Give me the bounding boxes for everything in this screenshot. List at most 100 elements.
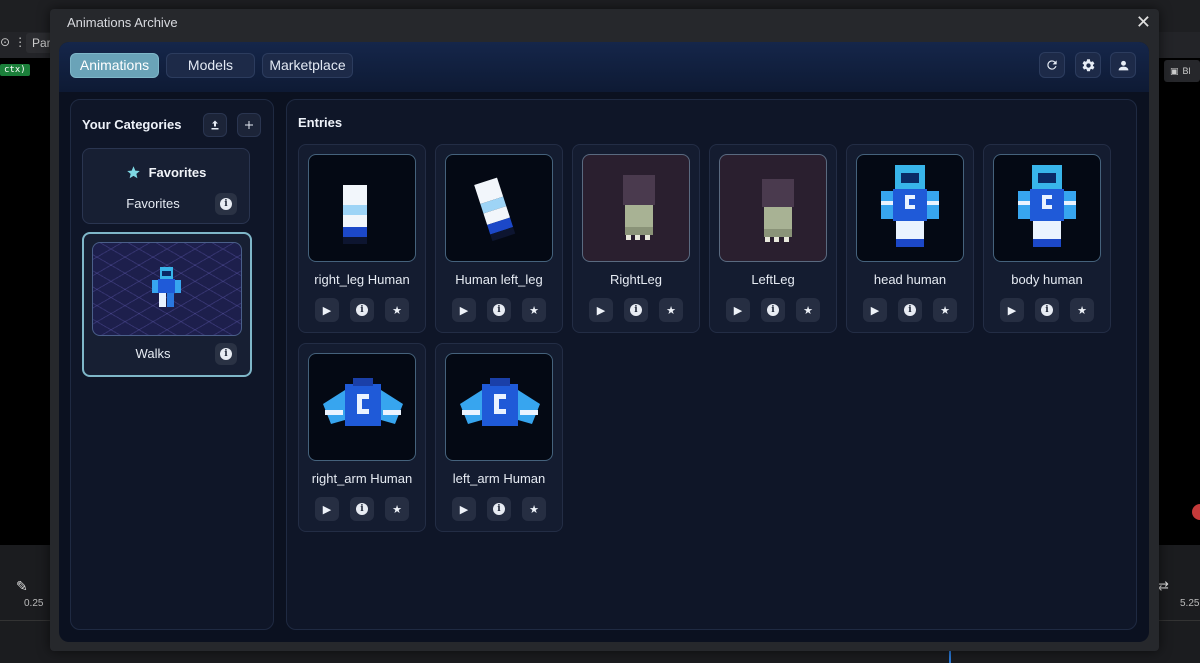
gear-icon — [1082, 58, 1094, 71]
target-icon[interactable]: ⊙ — [0, 35, 10, 49]
info-button[interactable]: i — [350, 298, 374, 322]
tab-marketplace[interactable]: Marketplace — [262, 53, 353, 78]
info-button[interactable]: i — [487, 298, 511, 322]
category-info-button[interactable]: i — [215, 343, 237, 365]
play-button[interactable]: ▶ — [726, 298, 750, 322]
entry-card[interactable]: right_arm Human ▶ i ★ — [298, 343, 426, 532]
category-favorites[interactable]: Favorites Favorites i — [82, 148, 250, 224]
editor-toolbar-controls[interactable]: ⊙ ⋮ — [0, 35, 26, 49]
info-button[interactable]: i — [487, 497, 511, 521]
favorite-button[interactable]: ★ — [522, 497, 546, 521]
upload-button[interactable] — [203, 113, 227, 137]
info-icon: i — [767, 304, 779, 316]
favorite-button[interactable]: ★ — [385, 497, 409, 521]
star-icon: ★ — [666, 304, 676, 317]
entry-thumbnail — [445, 154, 553, 262]
play-button[interactable]: ▶ — [1000, 298, 1024, 322]
info-icon: i — [630, 304, 642, 316]
entry-label: Human left_leg — [455, 272, 543, 287]
info-icon: i — [356, 304, 368, 316]
info-icon: i — [220, 348, 232, 360]
info-button[interactable]: i — [761, 298, 785, 322]
play-icon: ▶ — [596, 304, 606, 317]
info-button[interactable]: i — [898, 298, 922, 322]
entry-thumbnail — [582, 154, 690, 262]
user-icon — [1118, 60, 1128, 70]
star-icon: ★ — [940, 304, 950, 317]
favorite-button[interactable]: ★ — [522, 298, 546, 322]
torso-model-icon — [460, 378, 540, 426]
play-button[interactable]: ▶ — [863, 298, 887, 322]
upload-icon — [211, 120, 219, 130]
entry-label: head human — [873, 272, 947, 287]
info-button[interactable]: i — [350, 497, 374, 521]
more-vertical-icon[interactable]: ⋮ — [14, 35, 26, 49]
entry-card[interactable]: Human left_leg ▶ i ★ — [435, 144, 563, 333]
entry-card[interactable]: LeftLeg ▶ i ★ — [709, 144, 837, 333]
category-walks[interactable]: Walks i — [82, 232, 252, 377]
favorites-heading: Favorites — [83, 165, 249, 180]
favorite-button[interactable]: ★ — [933, 298, 957, 322]
plus-icon — [245, 121, 253, 129]
info-button[interactable]: i — [1035, 298, 1059, 322]
entries-title: Entries — [298, 115, 343, 130]
editor-indicator — [1192, 504, 1200, 520]
entry-label: right_leg Human — [314, 272, 410, 287]
entry-thumbnail — [719, 154, 827, 262]
play-button[interactable]: ▶ — [589, 298, 613, 322]
category-label: Walks — [135, 346, 171, 361]
tab-animations[interactable]: Animations — [70, 53, 159, 78]
entry-thumbnail — [445, 353, 553, 461]
entry-card[interactable]: body human ▶ i ★ — [983, 144, 1111, 333]
editor-right-button[interactable]: ▣ Bl — [1164, 60, 1200, 82]
play-icon: ▶ — [870, 304, 880, 317]
play-button[interactable]: ▶ — [315, 298, 339, 322]
play-button[interactable]: ▶ — [315, 497, 339, 521]
star-icon: ★ — [529, 503, 539, 516]
category-label: Favorites — [126, 196, 180, 211]
entry-card[interactable]: head human ▶ i ★ — [846, 144, 974, 333]
star-icon: ★ — [392, 304, 402, 317]
loop-icon[interactable]: ⇄ — [1158, 578, 1169, 594]
close-icon[interactable]: ✕ — [1136, 12, 1151, 33]
app-header: Animations Models Marketplace — [59, 42, 1149, 92]
walking-figure-icon — [152, 267, 181, 307]
play-button[interactable]: ▶ — [452, 298, 476, 322]
favorite-button[interactable]: ★ — [385, 298, 409, 322]
play-icon: ▶ — [322, 304, 332, 317]
character-model-icon — [1018, 165, 1076, 247]
entry-card[interactable]: RightLeg ▶ i ★ — [572, 144, 700, 333]
character-model-icon — [881, 165, 939, 247]
animations-archive-window: Animations Archive ✕ Animations Models M… — [50, 9, 1159, 651]
info-icon: i — [493, 304, 505, 316]
account-button[interactable] — [1110, 52, 1136, 78]
play-icon: ▶ — [733, 304, 743, 317]
star-icon — [126, 166, 140, 179]
favorite-button[interactable]: ★ — [796, 298, 820, 322]
info-icon: i — [220, 198, 232, 210]
info-button[interactable]: i — [624, 298, 648, 322]
archive-app: Animations Models Marketplace Your Categ… — [59, 42, 1149, 642]
pencil-icon[interactable]: ✎ — [16, 578, 28, 595]
entry-label: RightLeg — [609, 272, 663, 287]
window-title: Animations Archive — [67, 15, 178, 30]
star-icon: ★ — [392, 503, 402, 516]
add-category-button[interactable] — [237, 113, 261, 137]
playhead-marker[interactable] — [949, 650, 951, 663]
tab-models[interactable]: Models — [166, 53, 255, 78]
context-badge: ctx) — [0, 64, 30, 76]
image-icon: ▣ — [1170, 65, 1179, 76]
favorite-button[interactable]: ★ — [1070, 298, 1094, 322]
timeline-tick-right: 5.25 — [1180, 598, 1200, 609]
entry-thumbnail — [993, 154, 1101, 262]
entry-thumbnail — [308, 353, 416, 461]
entry-card[interactable]: right_leg Human ▶ i ★ — [298, 144, 426, 333]
refresh-button[interactable] — [1039, 52, 1065, 78]
star-icon: ★ — [803, 304, 813, 317]
settings-button[interactable] — [1075, 52, 1101, 78]
category-info-button[interactable]: i — [215, 193, 237, 215]
entry-card[interactable]: left_arm Human ▶ i ★ — [435, 343, 563, 532]
entries-panel: Entries right_leg Human ▶ i ★ Human left… — [286, 99, 1137, 630]
play-button[interactable]: ▶ — [452, 497, 476, 521]
favorite-button[interactable]: ★ — [659, 298, 683, 322]
